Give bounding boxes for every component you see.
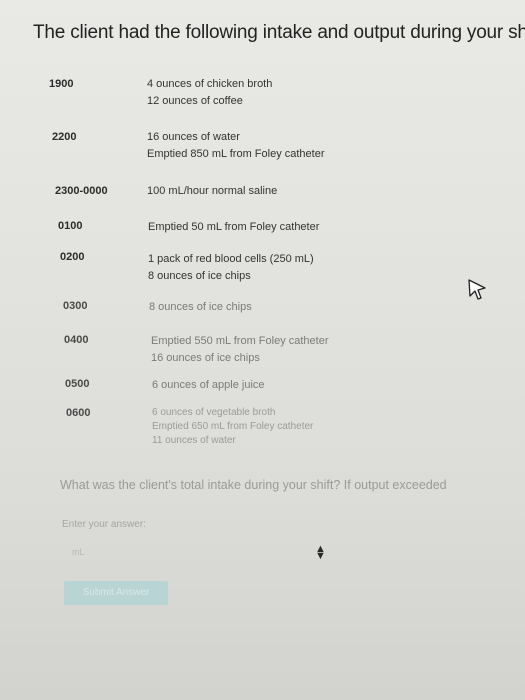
answer-input[interactable]: mL ▲ ▼ (62, 540, 502, 568)
row-time: 0400 (64, 334, 89, 346)
row-time: 0300 (63, 300, 88, 312)
up-down-arrows-icon[interactable]: ▲ ▼ (315, 544, 326, 562)
row-entry: 6 ounces of vegetable broth (152, 407, 276, 418)
row-entries: 6 ounces of vegetable broth Emptied 650 … (152, 406, 313, 448)
row-time: 0600 (66, 407, 91, 419)
answer-label: Enter your answer: (62, 519, 146, 530)
row-entries: 8 ounces of ice chips (149, 299, 252, 316)
row-entry: 16 ounces of ice chips (151, 352, 260, 364)
row-entry: 4 ounces of chicken broth (147, 78, 273, 90)
row-entry: 6 ounces of apple juice (152, 379, 265, 391)
question-text: What was the client's total intake durin… (60, 478, 447, 492)
row-entry: 1 pack of red blood cells (250 mL) (148, 253, 314, 265)
submit-button[interactable]: Submit Answer (64, 581, 168, 605)
row-entry: 11 ounces of water (152, 435, 236, 446)
mouse-pointer-icon (468, 279, 486, 300)
row-entry: Emptied 550 mL from Foley catheter (151, 335, 329, 347)
row-entries: 6 ounces of apple juice (152, 377, 265, 394)
row-entries: Emptied 550 mL from Foley catheter 16 ou… (151, 333, 329, 367)
row-time: 1900 (49, 78, 74, 90)
row-entries: 4 ounces of chicken broth 12 ounces of c… (147, 76, 272, 110)
row-entry: 8 ounces of ice chips (148, 270, 251, 282)
row-entries: 1 pack of red blood cells (250 mL) 8 oun… (148, 251, 314, 285)
row-entry: Emptied 850 mL from Foley catheter (147, 148, 325, 160)
row-time: 0200 (60, 251, 85, 263)
row-time: 0100 (58, 220, 83, 232)
unit-label: mL (72, 547, 85, 557)
row-entry: 8 ounces of ice chips (149, 301, 252, 313)
row-entry: 16 ounces of water (147, 131, 240, 143)
intake-output-table: 1900 4 ounces of chicken broth 12 ounces… (0, 0, 525, 460)
row-time: 0500 (65, 378, 90, 390)
row-entry: 100 mL/hour normal saline (147, 185, 278, 197)
row-entries: Emptied 50 mL from Foley catheter (148, 219, 319, 236)
row-time: 2300-0000 (55, 185, 108, 197)
row-entry: Emptied 50 mL from Foley catheter (148, 221, 320, 233)
row-time: 2200 (52, 131, 77, 143)
row-entry: 12 ounces of coffee (147, 95, 243, 107)
row-entries: 16 ounces of water Emptied 850 mL from F… (147, 129, 325, 163)
row-entry: Emptied 650 mL from Foley catheter (152, 421, 314, 432)
row-entries: 100 mL/hour normal saline (147, 183, 277, 200)
